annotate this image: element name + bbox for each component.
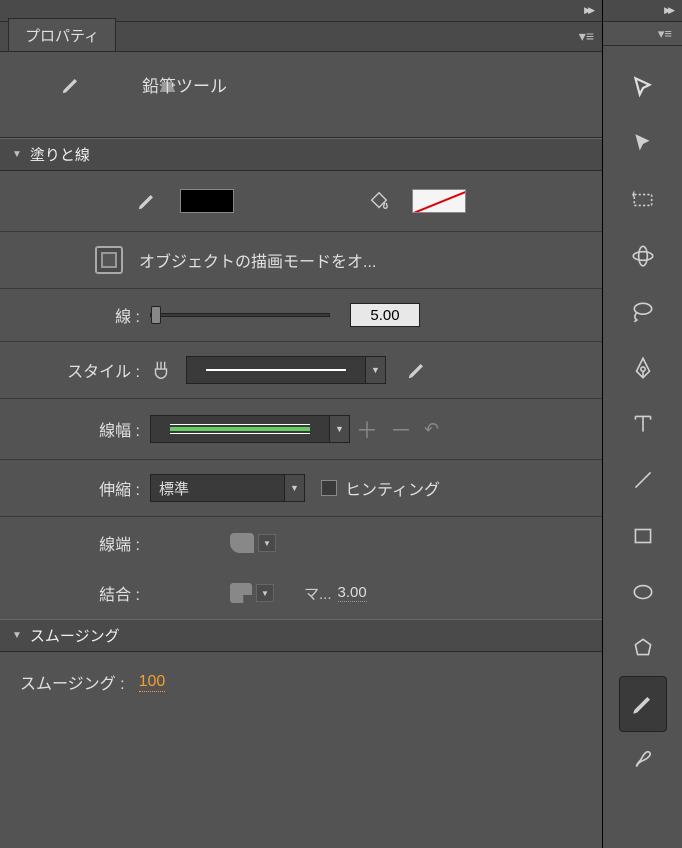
collapse-icon: ▶▶: [664, 5, 672, 16]
pencil-icon: [60, 74, 82, 96]
join-dropdown[interactable]: ▼: [256, 584, 274, 602]
disclosure-triangle-icon: ▼: [12, 630, 22, 641]
width-label: 線幅 :: [20, 417, 140, 441]
brush-icon[interactable]: [150, 359, 172, 381]
join-option-button[interactable]: [230, 583, 252, 603]
add-width-button[interactable]: ＋: [350, 413, 384, 445]
fill-stroke-row: [0, 171, 602, 232]
selection-tool[interactable]: [619, 60, 667, 116]
draw-mode-row: オブジェクトの描画モードをオ...: [0, 232, 602, 289]
section-title: 塗りと線: [30, 144, 90, 165]
smoothing-label: スムージング :: [20, 670, 125, 694]
hinting-label: ヒンティング: [345, 476, 440, 500]
smoothing-row: スムージング : 100: [0, 652, 602, 712]
cap-label: 線端 :: [20, 531, 140, 555]
line-tool[interactable]: [619, 452, 667, 508]
3d-rotation-tool[interactable]: [619, 228, 667, 284]
cap-join-row: 線端 : ▼ 結合 : ▼ マ... 3.00: [0, 517, 602, 619]
cap-option-button[interactable]: [230, 533, 254, 553]
miter-value[interactable]: 3.00: [338, 584, 367, 602]
width-profile-dropdown[interactable]: ▼: [150, 415, 350, 443]
tools-panel: ▶▶ ▾≡: [603, 0, 682, 848]
pencil-fill-icon[interactable]: [136, 190, 158, 212]
miter-label: マ...: [304, 583, 332, 604]
panel-menu-button[interactable]: ▾≡: [579, 28, 594, 45]
section-smoothing-header[interactable]: ▼ スムージング: [0, 619, 602, 652]
section-fill-stroke-header[interactable]: ▼ 塗りと線: [0, 138, 602, 171]
scale-label: 伸縮 :: [20, 476, 140, 500]
scale-row: 伸縮 : 標準 ▼ ヒンティング: [0, 460, 602, 517]
rectangle-tool[interactable]: [619, 508, 667, 564]
slider-thumb[interactable]: [151, 306, 161, 324]
section-title: スムージング: [30, 625, 120, 646]
lasso-tool[interactable]: [619, 284, 667, 340]
edit-style-icon[interactable]: [406, 359, 428, 381]
stroke-weight-slider[interactable]: [150, 313, 330, 317]
hinting-checkbox[interactable]: [321, 480, 337, 496]
draw-mode-label: オブジェクトの描画モードをオ...: [139, 248, 376, 272]
chevron-down-icon: ▼: [284, 475, 304, 501]
paint-bucket-icon[interactable]: [368, 190, 390, 212]
tool-header: 鉛筆ツール: [0, 52, 602, 138]
stroke-weight-row: 線 :: [0, 289, 602, 342]
tab-properties[interactable]: プロパティ: [8, 18, 116, 51]
free-transform-tool[interactable]: [619, 172, 667, 228]
remove-width-button[interactable]: －: [384, 413, 418, 445]
tools-collapse-bar[interactable]: ▶▶: [603, 0, 682, 22]
join-label: 結合 :: [20, 581, 140, 605]
disclosure-triangle-icon: ▼: [12, 149, 22, 160]
text-tool[interactable]: [619, 396, 667, 452]
pencil-tool[interactable]: [619, 676, 667, 732]
tools-panel-menu[interactable]: ▾≡: [603, 22, 682, 46]
oval-tool[interactable]: [619, 564, 667, 620]
stroke-style-row: スタイル : ▼: [0, 342, 602, 399]
tool-name-label: 鉛筆ツール: [142, 72, 227, 97]
subselection-tool[interactable]: [619, 116, 667, 172]
stroke-style-dropdown[interactable]: ▼: [186, 356, 386, 384]
cap-dropdown[interactable]: ▼: [258, 534, 276, 552]
pen-tool[interactable]: [619, 340, 667, 396]
chevron-down-icon: ▼: [329, 416, 349, 442]
collapse-icon: ▶▶: [584, 5, 592, 16]
stroke-width-row: 線幅 : ▼ ＋ － ↶: [0, 399, 602, 460]
smoothing-value[interactable]: 100: [139, 673, 166, 692]
polystar-tool[interactable]: [619, 620, 667, 676]
properties-panel: ▶▶ プロパティ ▾≡ 鉛筆ツール ▼ 塗りと線: [0, 0, 603, 848]
style-label: スタイル :: [20, 358, 140, 382]
reset-width-button[interactable]: ↶: [418, 419, 445, 440]
scale-dropdown[interactable]: 標準 ▼: [150, 474, 305, 502]
stroke-weight-input[interactable]: [350, 303, 420, 327]
fill-color-swatch[interactable]: [180, 189, 234, 213]
stroke-color-swatch[interactable]: [412, 189, 466, 213]
object-draw-mode-toggle[interactable]: [95, 246, 123, 274]
tab-bar: プロパティ ▾≡: [0, 22, 602, 52]
chevron-down-icon: ▼: [365, 357, 385, 383]
brush-tool[interactable]: [619, 732, 667, 788]
stroke-label: 線 :: [20, 303, 140, 327]
